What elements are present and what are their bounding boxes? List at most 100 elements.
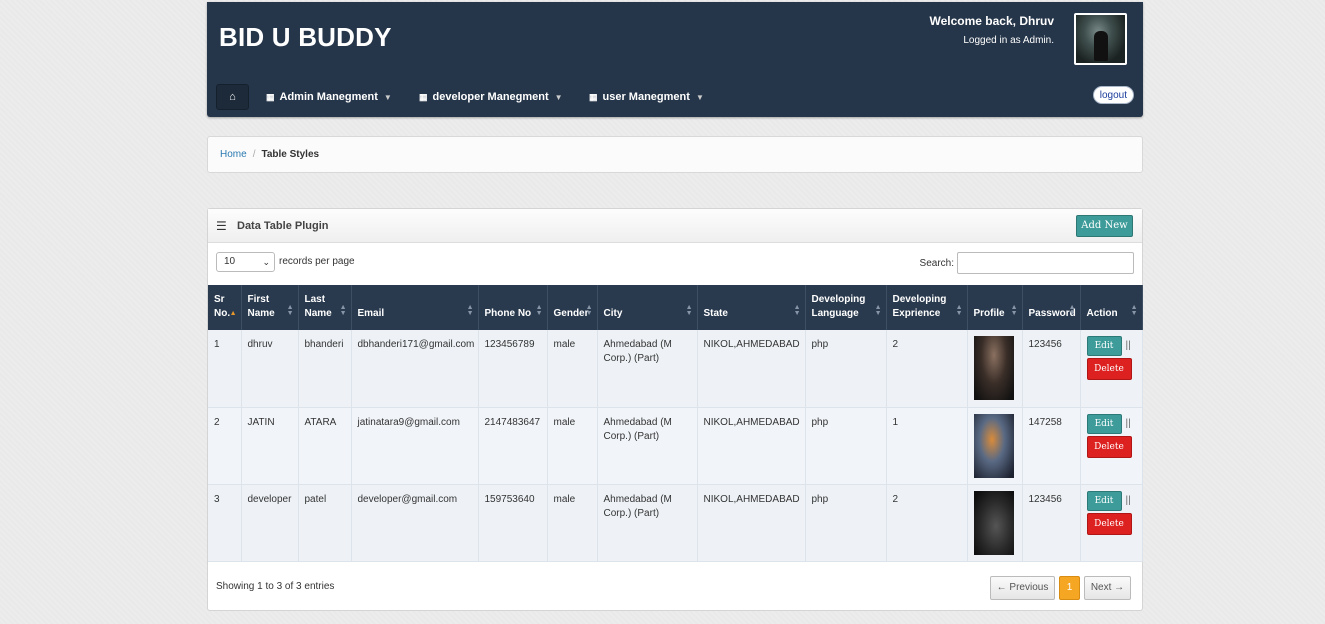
- delete-button[interactable]: Delete: [1086, 358, 1132, 380]
- sort-icon: ▲ ▼: [535, 304, 543, 317]
- table-row: 3 developer patel developer@gmail.com 15…: [208, 484, 1143, 562]
- cell-state: NIKOL,AHMEDABAD: [697, 407, 806, 485]
- cell-gender: male: [547, 330, 598, 408]
- nav-developer-management[interactable]: ▦ developer Manegment ▼: [419, 84, 563, 110]
- cell-state: NIKOL,AHMEDABAD: [697, 330, 806, 408]
- nav-label: user Manegment: [602, 91, 690, 103]
- edit-button[interactable]: Edit: [1086, 413, 1122, 434]
- profile-image[interactable]: [973, 490, 1014, 555]
- cell-sr: 2: [208, 407, 242, 485]
- action-separator: ||: [1125, 340, 1131, 351]
- cell-password: 123456: [1022, 484, 1081, 562]
- grid-icon: ▦: [419, 92, 427, 102]
- chevron-down-icon: ⌄: [262, 257, 270, 267]
- home-icon: ⌂: [229, 91, 236, 103]
- cell-state: NIKOL,AHMEDABAD: [697, 484, 806, 562]
- grid-icon: ▦: [589, 92, 597, 102]
- brand-title: BID U BUDDY: [219, 22, 392, 52]
- edit-button[interactable]: Edit: [1086, 490, 1122, 511]
- search-input[interactable]: [957, 252, 1134, 274]
- grid-icon: ▦: [266, 92, 274, 102]
- data-table: Sr No. ▲ First Name ▲ ▼ Last Name ▲ ▼ Email ▲ ▼…: [208, 285, 1143, 562]
- col-state[interactable]: State ▲ ▼: [697, 285, 806, 330]
- cell-email: developer@gmail.com: [351, 484, 479, 562]
- cell-last-name: ATARA: [298, 407, 352, 485]
- col-dev-language[interactable]: Developing Language ▲ ▼: [805, 285, 887, 330]
- search-label: Search:: [919, 258, 954, 269]
- sort-icon: ▲ ▼: [793, 304, 801, 317]
- table-controls: 10 ⌄ records per page Search:: [208, 243, 1142, 285]
- nav-user-management[interactable]: ▦ user Manegment ▼: [589, 84, 704, 110]
- top-header: BID U BUDDY Welcome back, Dhruv Logged i…: [207, 2, 1143, 117]
- sort-icon: ▲ ▼: [874, 304, 882, 317]
- caret-down-icon: ▼: [554, 93, 563, 102]
- sort-icon: ▲ ▼: [1068, 304, 1076, 317]
- col-sr-no[interactable]: Sr No. ▲: [208, 285, 242, 330]
- breadcrumb-home-link[interactable]: Home: [220, 149, 247, 160]
- sort-icon: ▲ ▼: [955, 304, 963, 317]
- sort-icon: ▲ ▼: [1010, 304, 1018, 317]
- panel-header: ☰ Data Table Plugin Add New: [208, 209, 1142, 243]
- breadcrumb-current: Table Styles: [261, 149, 320, 160]
- col-dev-experience[interactable]: Developing Exprience ▲ ▼: [886, 285, 968, 330]
- col-password[interactable]: Password ▲ ▼: [1022, 285, 1081, 330]
- cell-phone: 123456789: [478, 330, 548, 408]
- col-gender[interactable]: Gender ▲ ▼: [547, 285, 598, 330]
- next-page-button[interactable]: Next →: [1084, 576, 1131, 600]
- col-first-name[interactable]: First Name ▲ ▼: [241, 285, 299, 330]
- cell-password: 147258: [1022, 407, 1081, 485]
- panel-title: Data Table Plugin: [237, 220, 329, 232]
- sort-icon: ▲ ▼: [1130, 304, 1138, 317]
- cell-last-name: bhanderi: [298, 330, 352, 408]
- delete-button[interactable]: Delete: [1086, 435, 1132, 458]
- cell-phone: 159753640: [478, 484, 548, 562]
- sort-icon: ▲ ▼: [685, 304, 693, 317]
- sort-icon: ▲ ▼: [286, 304, 294, 317]
- cell-city: Ahmedabad (M Corp.) (Part): [597, 484, 698, 562]
- col-action[interactable]: Action ▲ ▼: [1080, 285, 1143, 330]
- records-per-page-select[interactable]: 10 ⌄: [216, 252, 275, 272]
- cell-profile: [967, 330, 1023, 408]
- caret-down-icon: ▼: [383, 93, 392, 102]
- welcome-block: Welcome back, Dhruv Logged in as Admin.: [930, 14, 1055, 46]
- cell-dev-experience: 2: [886, 484, 968, 562]
- data-table-panel: ☰ Data Table Plugin Add New 10 ⌄ records…: [207, 208, 1143, 611]
- avatar[interactable]: [1074, 13, 1127, 65]
- home-button[interactable]: ⌂: [216, 84, 249, 110]
- records-per-page-label: records per page: [279, 256, 355, 267]
- col-email[interactable]: Email ▲ ▼: [351, 285, 479, 330]
- sort-icon: ▲ ▼: [339, 304, 347, 317]
- nav-label: Admin Manegment: [279, 91, 378, 103]
- sort-asc-icon: ▲: [229, 310, 237, 317]
- logout-button[interactable]: logout: [1092, 86, 1134, 104]
- logged-in-text: Logged in as Admin.: [963, 35, 1054, 46]
- cell-last-name: patel: [298, 484, 352, 562]
- cell-first-name: JATIN: [241, 407, 299, 485]
- edit-button[interactable]: Edit: [1086, 336, 1122, 356]
- delete-button[interactable]: Delete: [1086, 512, 1132, 535]
- cell-profile: [967, 407, 1023, 485]
- sort-icon: ▲ ▼: [466, 304, 474, 317]
- cell-action: Edit || Delete: [1080, 484, 1143, 562]
- cell-action: Edit || Delete: [1080, 330, 1143, 408]
- table-row: 1 dhruv bhanderi dbhanderi171@gmail.com …: [208, 330, 1143, 408]
- previous-page-button[interactable]: ← Previous: [990, 576, 1055, 600]
- add-new-button[interactable]: Add New: [1076, 215, 1133, 237]
- cell-first-name: dhruv: [241, 330, 299, 408]
- table-header-row: Sr No. ▲ First Name ▲ ▼ Last Name ▲ ▼ Email ▲ ▼…: [208, 285, 1143, 330]
- profile-image[interactable]: [973, 413, 1014, 478]
- cell-dev-language: php: [805, 484, 887, 562]
- col-phone[interactable]: Phone No ▲ ▼: [478, 285, 548, 330]
- col-last-name[interactable]: Last Name ▲ ▼: [298, 285, 352, 330]
- welcome-text: Welcome back, Dhruv: [929, 14, 1055, 28]
- table-info: Showing 1 to 3 of 3 entries: [216, 581, 335, 592]
- col-city[interactable]: City ▲ ▼: [597, 285, 698, 330]
- cell-dev-experience: 2: [886, 330, 968, 408]
- cell-password: 123456: [1022, 330, 1081, 408]
- table-row: 2 JATIN ATARA jatinatara9@gmail.com 2147…: [208, 407, 1143, 485]
- nav-admin-management[interactable]: ▦ Admin Manegment ▼: [266, 84, 392, 110]
- col-profile[interactable]: Profile ▲ ▼: [967, 285, 1023, 330]
- nav-label: developer Manegment: [432, 91, 549, 103]
- profile-image[interactable]: [973, 336, 1014, 400]
- page-1-button[interactable]: 1: [1059, 576, 1080, 600]
